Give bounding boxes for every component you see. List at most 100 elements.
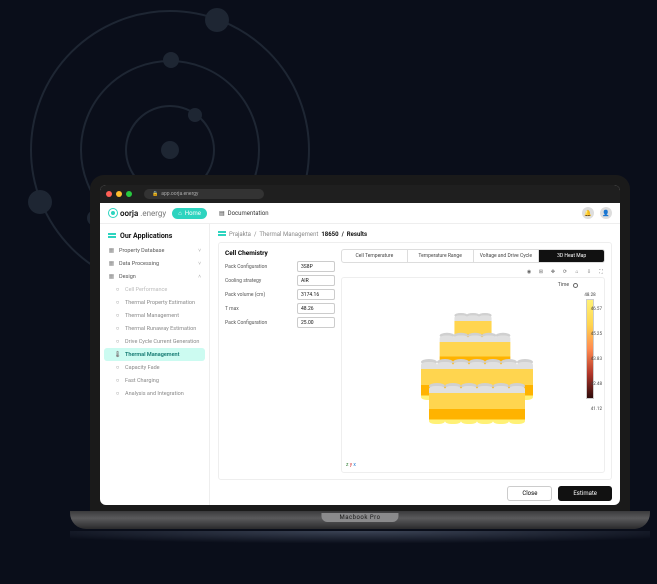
sidebar-item-label: Property Database bbox=[119, 248, 164, 254]
browser-chrome: 🔒 app.oorja.energy bbox=[100, 185, 620, 203]
legend-tick: 46.57 bbox=[591, 308, 602, 313]
field-value[interactable]: 3174.16 bbox=[297, 289, 335, 300]
nav-documentation[interactable]: ▤ Documentation bbox=[213, 208, 275, 219]
field-row-0: Pack Configuration3S8P bbox=[225, 261, 335, 272]
sidebar-item-label: Thermal Runaway Estimation bbox=[125, 326, 196, 332]
brand-logo[interactable]: oorja.energy bbox=[108, 208, 166, 218]
field-row-2: Pack volume (cm)3174.16 bbox=[225, 289, 335, 300]
time-slider-handle[interactable] bbox=[573, 283, 578, 288]
field-label: Pack Configuration bbox=[225, 320, 297, 326]
chevron-down-icon: ˅ bbox=[198, 248, 201, 254]
tab-cell-temperature[interactable]: Cell Temperature bbox=[342, 250, 408, 262]
brand-right: .energy bbox=[140, 209, 166, 218]
download-icon[interactable]: ⇩ bbox=[585, 269, 593, 275]
field-value[interactable]: 3S8P bbox=[297, 261, 335, 272]
expand-icon[interactable]: ⛶ bbox=[597, 269, 605, 275]
nav-home[interactable]: ⌂ Home bbox=[172, 208, 207, 219]
sidebar-item-label: Fast Charging bbox=[125, 378, 159, 384]
sidebar-title: Our Applications bbox=[104, 230, 205, 244]
sidebar-item-2[interactable]: ▦ Design ˄ bbox=[104, 270, 205, 283]
sidebar-item-4[interactable]: ○ Thermal Property Estimation bbox=[104, 296, 205, 309]
sidebar-item-3[interactable]: ○ Cell Performance bbox=[104, 283, 205, 296]
sidebar-item-label: Analysis and Integration bbox=[125, 391, 184, 397]
sidebar-item-icon: ○ bbox=[114, 377, 121, 384]
sidebar-item-label: Thermal Property Estimation bbox=[125, 300, 195, 306]
field-label: Pack volume (cm) bbox=[225, 292, 297, 298]
heatmap-3d-view[interactable]: Time 48.28 46.5745.2543.8342.4841.12 z y… bbox=[341, 277, 605, 473]
reset-icon[interactable]: ⌂ bbox=[573, 269, 581, 275]
sidebar-item-label: Design bbox=[119, 274, 136, 280]
window-zoom-icon[interactable] bbox=[126, 191, 132, 197]
sidebar-item-icon: ○ bbox=[114, 338, 121, 345]
avatar[interactable]: 👤 bbox=[600, 207, 612, 219]
orbit-icon[interactable]: ⟳ bbox=[561, 269, 569, 275]
notifications-icon[interactable]: 🔔 bbox=[582, 207, 594, 219]
sidebar-item-label: Thermal Management bbox=[125, 313, 179, 319]
sidebar-item-label: Drive Cycle Current Generation bbox=[125, 339, 199, 345]
sidebar-item-11[interactable]: ○ Analysis and Integration bbox=[104, 387, 205, 400]
tab-voltage-and-drive-cycle[interactable]: Voltage and Drive Cycle bbox=[474, 250, 540, 262]
breadcrumb: Prajakta / Thermal Management 18650 / Re… bbox=[218, 228, 612, 242]
sidebar-item-6[interactable]: ○ Thermal Runaway Estimation bbox=[104, 322, 205, 335]
zoom-icon[interactable]: ⊞ bbox=[537, 269, 545, 275]
sidebar-item-0[interactable]: ▦Property Database˅ bbox=[104, 244, 205, 257]
sidebar-item-icon: ○ bbox=[114, 286, 121, 293]
field-row-1: Cooling strategyAIR bbox=[225, 275, 335, 286]
legend-tick: 41.12 bbox=[591, 408, 602, 413]
sidebar-item-label: Cell Performance bbox=[125, 287, 167, 293]
sidebar-item-label: Capacity Fade bbox=[125, 365, 160, 371]
sidebar-item-icon: ○ bbox=[114, 364, 121, 371]
chevron-down-icon: ˅ bbox=[198, 261, 201, 267]
sidebar-item-icon: ○ bbox=[114, 312, 121, 319]
url-bar[interactable]: 🔒 app.oorja.energy bbox=[144, 189, 264, 199]
window-minimize-icon[interactable] bbox=[116, 191, 122, 197]
viz-tabs: Cell TemperatureTemperature RangeVoltage… bbox=[341, 249, 605, 263]
field-value[interactable]: AIR bbox=[297, 275, 335, 286]
sidebar-item-icon: ○ bbox=[114, 390, 121, 397]
menu-icon bbox=[108, 232, 116, 240]
laptop-brand: Macbook Pro bbox=[321, 513, 398, 522]
menu-icon[interactable] bbox=[218, 230, 226, 238]
chevron-down-icon: ˄ bbox=[198, 274, 201, 280]
lock-icon: 🔒 bbox=[152, 191, 158, 197]
field-label: T max bbox=[225, 306, 297, 312]
parameters-form: Cell Chemistry Pack Configuration3S8PCoo… bbox=[225, 249, 335, 473]
sidebar-item-8[interactable]: 🌡Thermal Management bbox=[104, 348, 205, 361]
close-button[interactable]: Close bbox=[507, 486, 552, 501]
sidebar-item-icon: ○ bbox=[114, 325, 121, 332]
field-value[interactable]: 48.26 bbox=[297, 303, 335, 314]
time-indicator: Time bbox=[558, 282, 578, 288]
laptop-reflection bbox=[70, 531, 650, 561]
sidebar-item-icon: ○ bbox=[114, 299, 121, 306]
home-icon: ⌂ bbox=[178, 210, 182, 217]
chart-toolbar: ◉ ⊞ ✥ ⟳ ⌂ ⇩ ⛶ bbox=[341, 267, 605, 277]
estimate-button[interactable]: Estimate bbox=[558, 486, 612, 501]
sidebar-item-7[interactable]: ○ Drive Cycle Current Generation bbox=[104, 335, 205, 348]
sidebar-item-9[interactable]: ○ Capacity Fade bbox=[104, 361, 205, 374]
book-icon: ▤ bbox=[219, 210, 225, 217]
laptop-base: Macbook Pro bbox=[70, 511, 650, 529]
sidebar-item-icon: 🌡 bbox=[114, 351, 121, 358]
window-close-icon[interactable] bbox=[106, 191, 112, 197]
form-title: Cell Chemistry bbox=[225, 249, 335, 257]
axis-triad: z y x bbox=[346, 462, 356, 468]
field-row-3: T max48.26 bbox=[225, 303, 335, 314]
battery-pack-3d bbox=[403, 312, 543, 452]
brand-left: oorja bbox=[120, 209, 138, 218]
camera-icon[interactable]: ◉ bbox=[525, 269, 533, 275]
sidebar-item-10[interactable]: ○ Fast Charging bbox=[104, 374, 205, 387]
laptop-mockup: 🔒 app.oorja.energy oorja.energy ⌂ Home ▤… bbox=[90, 175, 630, 561]
sidebar-item-1[interactable]: ▦ Data Processing ˅ bbox=[104, 257, 205, 270]
app-header: oorja.energy ⌂ Home ▤ Documentation 🔔 👤 bbox=[100, 203, 620, 224]
sidebar-item-icon: ▦ bbox=[108, 260, 115, 267]
sidebar-item-label: Data Processing bbox=[119, 261, 159, 267]
sidebar-item-icon: ▦ bbox=[108, 273, 115, 280]
tab-temperature-range[interactable]: Temperature Range bbox=[408, 250, 474, 262]
tab-3d-heat-map[interactable]: 3D Heat Map bbox=[539, 250, 604, 262]
sidebar-item-5[interactable]: ○ Thermal Management bbox=[104, 309, 205, 322]
sun-icon bbox=[108, 208, 118, 218]
pan-icon[interactable]: ✥ bbox=[549, 269, 557, 275]
legend-tick: 42.48 bbox=[591, 383, 602, 388]
url-text: app.oorja.energy bbox=[161, 191, 198, 197]
field-value[interactable]: 25.00 bbox=[297, 317, 335, 328]
